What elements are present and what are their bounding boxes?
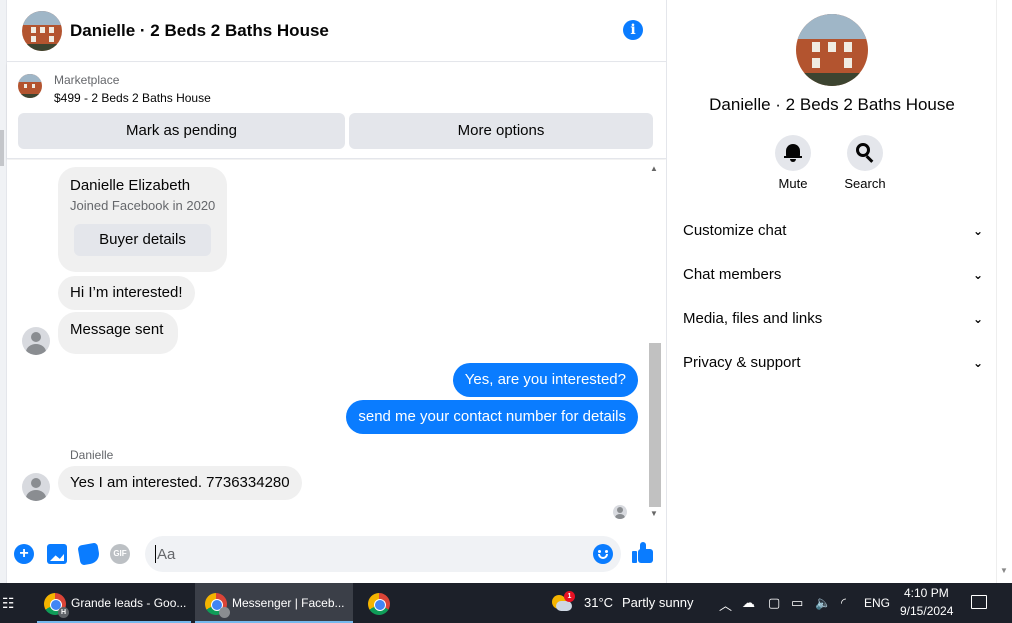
thumbs-up-icon[interactable]: [632, 542, 654, 564]
message-input-placeholder: Aa: [157, 546, 176, 563]
profile-badge: H: [58, 607, 69, 618]
buyer-joined: Joined Facebook in 2020: [70, 198, 216, 213]
scrollbar-thumb[interactable]: [649, 343, 661, 507]
sender-avatar[interactable]: [22, 327, 50, 355]
taskbar-chrome-grande-leads[interactable]: H Grande leads - Goo...: [37, 583, 191, 623]
meet-now-icon[interactable]: ▢: [768, 595, 780, 611]
scroll-down-arrow[interactable]: ▼: [1000, 566, 1008, 575]
edge-handle: [0, 130, 4, 166]
taskbar-chrome[interactable]: [358, 583, 400, 623]
page-scrollbar[interactable]: ▼: [996, 0, 1012, 583]
buyer-profile-card: Danielle Elizabeth Joined Facebook in 20…: [58, 167, 227, 272]
conversation-info-panel: Danielle · 2 Beds 2 Baths House Mute Sea…: [666, 0, 996, 583]
listing-title[interactable]: $499 - 2 Beds 2 Baths House: [54, 91, 211, 105]
window-edge: [0, 0, 7, 583]
clock-time[interactable]: 4:10 PM: [904, 586, 949, 600]
weather-temp[interactable]: 31°C: [584, 595, 613, 610]
battery-icon[interactable]: ▭: [791, 595, 803, 611]
menu-label: Customize chat: [683, 222, 787, 239]
task-label: Grande leads - Goo...: [71, 596, 187, 610]
listing-avatar[interactable]: [22, 11, 62, 51]
sender-name: Danielle: [70, 448, 114, 462]
read-receipt-avatar: [613, 505, 627, 519]
task-label: Messenger | Faceb...: [232, 596, 345, 610]
wifi-icon[interactable]: ◜: [841, 595, 846, 611]
menu-label: Media, files and links: [683, 310, 823, 327]
language-indicator[interactable]: ENG: [864, 596, 890, 610]
task-view-icon[interactable]: ☷: [2, 595, 15, 612]
chevron-down-icon: ⌄: [972, 312, 983, 326]
scroll-up-arrow[interactable]: ▲: [650, 164, 658, 173]
my-message-bubble: Yes, are you interested?: [452, 363, 638, 397]
mute-button[interactable]: [775, 135, 811, 171]
menu-customize-chat[interactable]: Customize chat ⌄: [683, 216, 983, 246]
marketplace-banner: Marketplace $499 - 2 Beds 2 Baths House …: [7, 63, 666, 159]
chevron-down-icon: ⌄: [972, 224, 983, 238]
chat-header: Danielle · 2 Beds 2 Baths House i: [7, 0, 666, 62]
menu-label: Privacy & support: [683, 354, 801, 371]
notifications-icon[interactable]: [971, 595, 987, 609]
marketplace-label: Marketplace: [54, 73, 120, 87]
onedrive-icon[interactable]: ☁: [742, 595, 755, 611]
clock-date[interactable]: 9/15/2024: [900, 604, 953, 618]
menu-label: Chat members: [683, 266, 782, 283]
message-list: Danielle Elizabeth Joined Facebook in 20…: [7, 160, 666, 522]
windows-taskbar: ☷ H Grande leads - Goo... Messenger | Fa…: [0, 583, 1012, 623]
listing-avatar-large[interactable]: [796, 14, 868, 86]
message-bubble: Message sent: [58, 312, 178, 354]
gif-icon[interactable]: GIF: [110, 544, 130, 564]
message-input[interactable]: Aa: [145, 536, 621, 572]
chevron-down-icon: ⌄: [972, 268, 983, 282]
composer: + GIF Aa: [7, 530, 666, 580]
my-message-bubble: send me your contact number for details: [346, 400, 638, 434]
emoji-icon[interactable]: [593, 544, 613, 564]
scroll-down-arrow[interactable]: ▼: [650, 509, 658, 518]
chat-title[interactable]: Danielle · 2 Beds 2 Baths House: [70, 21, 329, 41]
chevron-up-icon[interactable]: ︿: [719, 595, 732, 614]
photo-icon[interactable]: [47, 544, 67, 564]
message-bubble: Yes I am interested. 7736334280: [58, 466, 302, 500]
taskbar-chrome-messenger[interactable]: Messenger | Faceb...: [195, 583, 353, 623]
menu-media-files[interactable]: Media, files and links ⌄: [683, 304, 983, 334]
menu-privacy-support[interactable]: Privacy & support ⌄: [683, 348, 983, 378]
message-bubble: Hi I’m interested!: [58, 276, 195, 310]
buyer-details-button[interactable]: Buyer details: [74, 224, 211, 256]
marketplace-thumbnail[interactable]: [18, 74, 42, 98]
chat-panel: Danielle · 2 Beds 2 Baths House i Market…: [7, 0, 666, 583]
more-options-button[interactable]: More options: [349, 113, 653, 149]
chevron-down-icon: ⌄: [972, 356, 983, 370]
weather-icon[interactable]: 1: [552, 591, 575, 613]
sticker-icon[interactable]: [77, 542, 101, 566]
plus-icon[interactable]: +: [14, 544, 34, 564]
mark-pending-button[interactable]: Mark as pending: [18, 113, 345, 149]
buyer-name: Danielle Elizabeth: [70, 177, 191, 194]
panel-title: Danielle · 2 Beds 2 Baths House: [709, 95, 955, 114]
search-label: Search: [844, 176, 886, 191]
menu-chat-members[interactable]: Chat members ⌄: [683, 260, 983, 290]
weather-badge: 1: [564, 591, 575, 602]
search-button[interactable]: [847, 135, 883, 171]
mute-label: Mute: [778, 176, 808, 191]
volume-icon[interactable]: 🔈: [815, 595, 831, 611]
info-icon[interactable]: i: [623, 20, 643, 40]
weather-desc[interactable]: Partly sunny: [622, 595, 694, 610]
profile-badge-avatar: [219, 607, 230, 618]
sender-avatar[interactable]: [22, 473, 50, 501]
